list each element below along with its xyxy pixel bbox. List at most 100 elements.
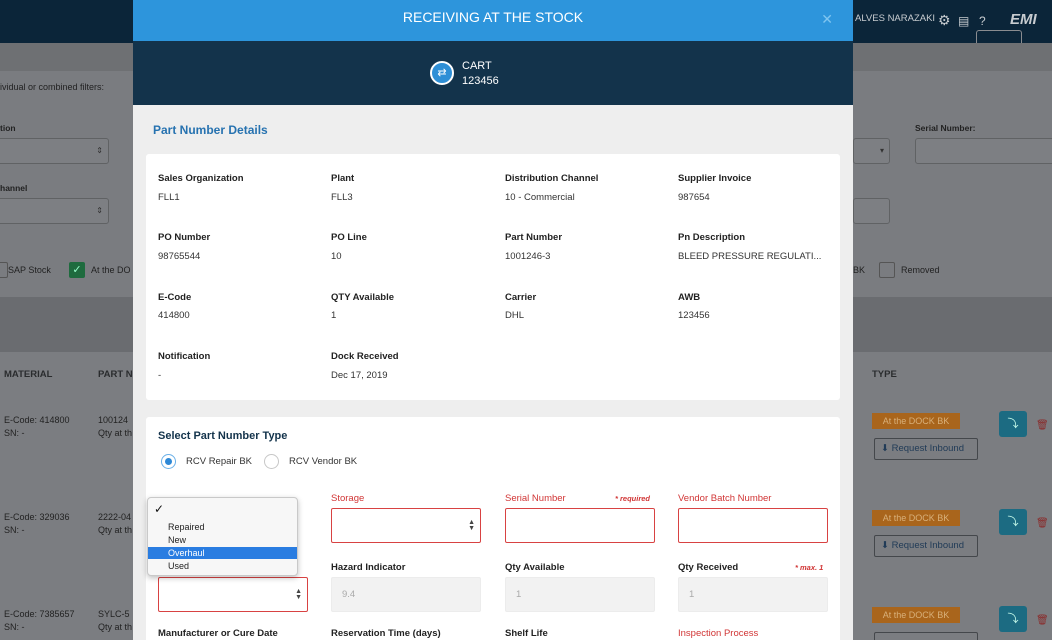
channel-label: hannel (0, 183, 28, 193)
column-type: TYPE (872, 369, 897, 380)
condition-select[interactable]: ▲ ▼ (158, 577, 308, 612)
detail-value: - (158, 370, 162, 381)
detail-label: Plant (331, 173, 355, 184)
document-icon[interactable]: ▤ (958, 14, 969, 28)
serial-input[interactable] (915, 138, 1052, 164)
detail-label: QTY Available (331, 292, 395, 303)
status-badge: At the DOCK BK (872, 510, 960, 526)
serial-number-label: Serial Number (505, 493, 566, 504)
column-material: MATERIAL (4, 369, 53, 380)
cart-label: CART (462, 60, 492, 72)
serial-label: Serial Number: (915, 123, 976, 133)
help-icon[interactable]: ? (979, 14, 986, 28)
removed-checkbox[interactable] (879, 262, 895, 278)
cart-info: CART 123456 (462, 59, 499, 89)
vendor-batch-field[interactable] (678, 508, 828, 543)
storage-label: Storage (331, 493, 365, 504)
radio-repair[interactable] (161, 454, 176, 469)
detail-label: Dock Received (331, 351, 399, 362)
detail-label: Carrier (505, 292, 537, 303)
request-inbound-button[interactable]: ⬇ Request Inbound (874, 438, 978, 460)
hazard-field: 9.4 (331, 577, 481, 612)
detail-value: 414800 (158, 310, 190, 321)
trash-icon[interactable]: 🗑 (1036, 518, 1049, 529)
detail-value: 123456 (678, 310, 710, 321)
channel-select[interactable]: ⇕ (0, 198, 109, 224)
radio-vendor[interactable] (264, 454, 279, 469)
status-badge: At the DOCK BK (872, 413, 960, 429)
request-inbound-button[interactable]: ⬇ Request Inbound (874, 535, 978, 557)
cart-bar: ⇄ CART 123456 (133, 41, 853, 105)
action-icon-button[interactable]: ⤵ (999, 606, 1027, 632)
row-qty: Qty at th (98, 622, 133, 632)
action-icon-button[interactable]: ⤵ (999, 411, 1027, 437)
qty-received-field[interactable]: 1 (678, 577, 828, 612)
request-inbound-label: Request Inbound (891, 443, 964, 454)
detail-value: 987654 (678, 192, 710, 203)
row-ecode: E-Code: 329036 (4, 512, 70, 522)
detail-value: Dec 17, 2019 (331, 370, 388, 381)
detail-label: Part Number (505, 232, 563, 243)
sap-checkbox[interactable] (0, 262, 8, 278)
required-note: * required (615, 494, 651, 503)
radio-vendor-label: RCV Vendor BK (289, 456, 358, 467)
trash-icon[interactable]: 🗑 (1036, 615, 1049, 626)
row-part: 2222-04 (98, 512, 132, 522)
removed-label: Removed (901, 265, 940, 275)
filter-label: tion (0, 123, 16, 133)
detail-value: BLEED PRESSURE REGULATI... (678, 251, 822, 262)
filter-select-right[interactable]: ▾ (853, 138, 890, 164)
row-sn: SN: - (4, 525, 25, 535)
shelf-life-label: Shelf Life (505, 628, 548, 639)
qty-available-field: 1 (505, 577, 655, 612)
cart-number: 123456 (462, 75, 499, 87)
filter-select[interactable]: ⇕ (0, 138, 109, 164)
modal-header: RECEIVING AT THE STOCK ✕ (133, 0, 853, 41)
row-qty: Qty at th (98, 428, 133, 438)
detail-label: Notification (158, 351, 211, 362)
manufacturer-label: Manufacturer or Cure Date (158, 628, 278, 639)
dropdown-option-new[interactable]: New (148, 534, 297, 546)
gear-icon[interactable]: ⚙ (938, 12, 951, 29)
max-note: * max. 1 (795, 563, 824, 572)
swap-icon[interactable]: ⇄ (430, 61, 454, 85)
modal-title: RECEIVING AT THE STOCK (402, 9, 584, 25)
filters-hint: ividual or combined filters: (0, 82, 105, 92)
dropdown-option-repaired[interactable]: Repaired (148, 521, 297, 533)
qty-received-label: Qty Received (678, 562, 739, 573)
details-card: Sales Organization FLL1 Plant FLL3 Distr… (146, 154, 840, 400)
detail-value: 1 (331, 310, 337, 321)
row-ecode: E-Code: 414800 (4, 415, 70, 425)
detail-label: Sales Organization (158, 173, 244, 184)
check-icon: ✓ (154, 502, 165, 516)
trash-icon[interactable]: 🗑 (1036, 420, 1049, 431)
detail-label: Distribution Channel (505, 173, 599, 184)
dock-label: At the DO (91, 265, 131, 275)
action-icon-button[interactable]: ⤵ (999, 509, 1027, 535)
detail-label: PO Number (158, 232, 211, 243)
storage-select[interactable]: ▲ ▼ (331, 508, 481, 543)
row-sn: SN: - (4, 622, 25, 632)
detail-label: E-Code (158, 292, 192, 303)
close-icon[interactable]: ✕ (821, 11, 833, 28)
hazard-label: Hazard Indicator (331, 562, 406, 573)
detail-value: DHL (505, 310, 525, 321)
user-name[interactable]: ALVES NARAZAKI (855, 13, 935, 24)
dropdown-option-overhaul[interactable]: Overhaul (148, 547, 297, 559)
filter-input-right[interactable] (853, 198, 890, 224)
vendor-batch-label: Vendor Batch Number (678, 493, 772, 504)
detail-label: Supplier Invoice (678, 173, 752, 184)
detail-label: PO Line (331, 232, 367, 243)
serial-number-field[interactable] (505, 508, 655, 543)
request-inbound-button[interactable] (874, 632, 978, 640)
form-title: Select Part Number Type (158, 430, 288, 442)
dropdown-option-used[interactable]: Used (148, 560, 297, 572)
detail-value: 98765544 (158, 251, 201, 262)
qty-available-label: Qty Available (505, 562, 565, 573)
status-badge: At the DOCK BK (872, 607, 960, 623)
logo: EMI (1010, 11, 1037, 28)
detail-label: AWB (678, 292, 701, 303)
dock-checkbox[interactable]: ✓ (69, 262, 85, 278)
condition-dropdown[interactable]: ✓ Repaired New Overhaul Used (147, 497, 298, 576)
row-ecode: E-Code: 7385657 (4, 609, 75, 619)
